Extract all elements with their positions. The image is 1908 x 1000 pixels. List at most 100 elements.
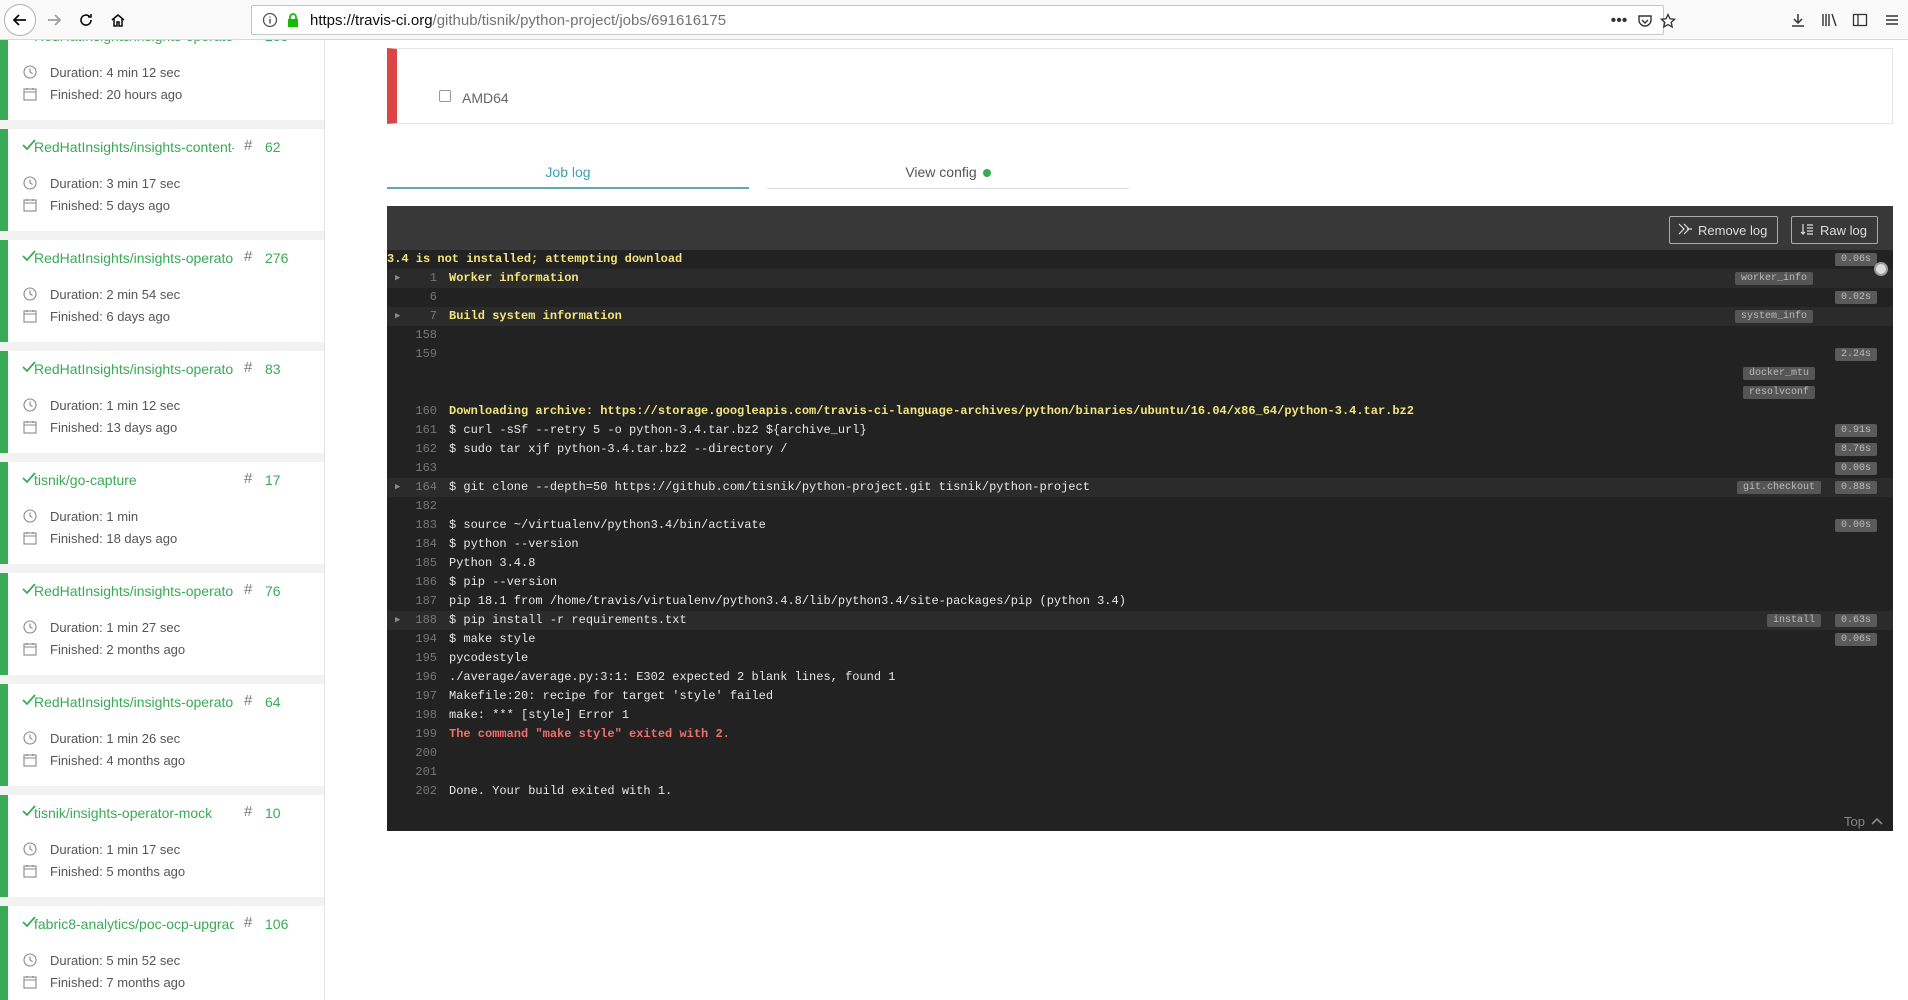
job-repo-link[interactable]: RedHatInsights/insights-operator xyxy=(34,361,234,377)
log-line-number[interactable]: 159 xyxy=(387,345,437,364)
log-line-text: Done. Your build exited with 1. xyxy=(449,784,673,798)
job-repo-link[interactable]: tisnik/go-capture xyxy=(34,472,234,488)
clock-icon xyxy=(22,397,38,413)
reload-button[interactable] xyxy=(70,4,102,36)
log-line-number[interactable]: 187 xyxy=(387,592,437,611)
log-fold-line[interactable]: ▶ 164 $ git clone --depth=50 https://githu… xyxy=(387,478,1893,497)
job-log-panel: Remove log Raw log 3.4 is not installed;… xyxy=(387,206,1893,831)
page-actions-icon[interactable]: ••• xyxy=(1607,9,1631,33)
job-number[interactable]: 10 xyxy=(265,805,281,821)
job-number[interactable]: 106 xyxy=(265,916,288,932)
log-line-number[interactable]: 194 xyxy=(387,630,437,649)
log-line: resolvconf xyxy=(387,383,1893,402)
log-line-number[interactable]: 201 xyxy=(387,763,437,782)
log-line-number[interactable]: 7 xyxy=(387,307,437,326)
calendar-icon xyxy=(22,752,38,768)
log-line-number[interactable]: 195 xyxy=(387,649,437,668)
hash-icon: # xyxy=(244,581,253,598)
log-line-number[interactable]: 182 xyxy=(387,497,437,516)
log-line: 198 make: *** [style] Error 1 xyxy=(387,706,1893,725)
log-line-number[interactable]: 1 xyxy=(387,269,437,288)
job-card[interactable]: RedHatInsights/insights-operator #276 Dura… xyxy=(0,240,324,342)
job-duration: Duration: 4 min 12 sec xyxy=(22,64,180,80)
job-card[interactable]: tisnik/go-capture #17 Duration: 1 min Finis… xyxy=(0,462,324,564)
log-scroll-indicator[interactable] xyxy=(1874,262,1888,276)
log-line: 160 Downloading archive: https://storage.… xyxy=(387,402,1893,421)
home-icon xyxy=(111,14,125,27)
job-number[interactable]: 276 xyxy=(265,250,288,266)
job-repo-link[interactable]: fabric8-analytics/poc-ocp-upgrade xyxy=(34,916,234,932)
log-line-number[interactable]: 186 xyxy=(387,573,437,592)
job-card[interactable]: tisnik/insights-operator-mock #10 Duration… xyxy=(0,795,324,897)
log-line-number[interactable]: 161 xyxy=(387,421,437,440)
log-line-number[interactable]: 183 xyxy=(387,516,437,535)
url-bar[interactable]: https://travis-ci.org/github/tisnik/pyth… xyxy=(251,5,1676,35)
sidebar-toggle-icon[interactable] xyxy=(1848,8,1872,32)
url-host: https://travis-ci.org xyxy=(310,11,433,29)
job-repo-link[interactable]: RedHatInsights/insights-operator xyxy=(34,694,234,710)
log-line-number[interactable]: 163 xyxy=(387,459,437,478)
job-number[interactable]: 17 xyxy=(265,472,281,488)
home-button[interactable] xyxy=(102,4,134,36)
log-line-number[interactable]: 185 xyxy=(387,554,437,573)
log-line: 6 0.02s xyxy=(387,288,1893,307)
job-card[interactable]: RedHatInsights/insights-content-service #… xyxy=(0,129,324,231)
forward-button[interactable] xyxy=(38,4,70,36)
log-line-number[interactable]: 162 xyxy=(387,440,437,459)
log-line-number[interactable]: 197 xyxy=(387,687,437,706)
raw-log-button[interactable]: Raw log xyxy=(1791,216,1878,244)
log-fold-tag: system_info xyxy=(1734,310,1813,323)
log-line-number[interactable]: 164 xyxy=(387,478,437,497)
job-number[interactable]: 285 xyxy=(265,40,288,44)
log-fold-line[interactable]: ▶ 1 Worker information worker_info xyxy=(387,269,1893,288)
job-duration: Duration: 3 min 17 sec xyxy=(22,175,180,191)
job-card[interactable]: fabric8-analytics/poc-ocp-upgrade #106 Dur… xyxy=(0,906,324,1000)
job-finished: Finished: 7 months ago xyxy=(22,974,185,990)
log-line-number[interactable]: 184 xyxy=(387,535,437,554)
job-card[interactable]: RedHatInsights/insights-operator #76 Durat… xyxy=(0,573,324,675)
log-line-text: $ pip --version xyxy=(449,575,558,589)
log-line: 162 $ sudo tar xjf python-3.4.tar.bz2 --d… xyxy=(387,440,1893,459)
top-link[interactable]: Top xyxy=(1844,811,1883,831)
remove-log-button[interactable]: Remove log xyxy=(1669,216,1779,244)
url-text[interactable]: https://travis-ci.org/github/tisnik/pyth… xyxy=(310,12,726,29)
job-number[interactable]: 62 xyxy=(265,139,281,155)
log-time-badge: 0.00s xyxy=(1834,462,1877,475)
menu-icon[interactable] xyxy=(1880,8,1904,32)
download-icon[interactable] xyxy=(1786,8,1810,32)
log-line: 184 $ python --version xyxy=(387,535,1893,554)
log-line-number[interactable]: 188 xyxy=(387,611,437,630)
library-icon[interactable] xyxy=(1818,8,1842,32)
pocket-icon[interactable] xyxy=(1633,9,1657,33)
lock-icon[interactable] xyxy=(284,8,302,32)
tab-view-config[interactable]: View config xyxy=(767,156,1129,189)
job-number[interactable]: 83 xyxy=(265,361,281,377)
tab-job-log[interactable]: Job log xyxy=(387,156,749,189)
job-card[interactable]: RedHatInsights/insights-operator #64 Durat… xyxy=(0,684,324,786)
log-line-number[interactable]: 196 xyxy=(387,668,437,687)
job-repo-link[interactable]: tisnik/insights-operator-mock xyxy=(34,805,234,821)
job-card[interactable]: RedHatInsights/insights-operator #285 Dura… xyxy=(0,40,324,120)
log-line-number[interactable]: 198 xyxy=(387,706,437,725)
log-line-number[interactable]: 200 xyxy=(387,744,437,763)
job-number[interactable]: 76 xyxy=(265,583,281,599)
log-line-number[interactable]: 202 xyxy=(387,782,437,801)
back-button[interactable] xyxy=(4,4,36,36)
log-fold-line[interactable]: ▶ 7 Build system information system_info xyxy=(387,307,1893,326)
info-icon[interactable] xyxy=(258,8,282,32)
job-repo-link[interactable]: RedHatInsights/insights-content-service xyxy=(34,139,234,155)
job-number[interactable]: 64 xyxy=(265,694,281,710)
url-path: /github/tisnik/python-project/jobs/69161… xyxy=(432,11,727,29)
bookmark-star-icon[interactable] xyxy=(1656,9,1680,33)
log-line-number[interactable]: 199 xyxy=(387,725,437,744)
log-line-number[interactable]: 158 xyxy=(387,326,437,345)
job-repo-link[interactable]: RedHatInsights/insights-operator xyxy=(34,40,234,44)
log-header: Remove log Raw log xyxy=(387,206,1893,250)
job-repo-link[interactable]: RedHatInsights/insights-operator xyxy=(34,583,234,599)
log-fold-line[interactable]: ▶ 188 $ pip install -r requirements.txt ins… xyxy=(387,611,1893,630)
job-repo-link[interactable]: RedHatInsights/insights-operator xyxy=(34,250,234,266)
log-line-number[interactable]: 160 xyxy=(387,402,437,421)
log-line-text: $ sudo tar xjf python-3.4.tar.bz2 --dire… xyxy=(449,442,788,456)
log-line-number[interactable]: 6 xyxy=(387,288,437,307)
job-card[interactable]: RedHatInsights/insights-operator #83 Durat… xyxy=(0,351,324,453)
